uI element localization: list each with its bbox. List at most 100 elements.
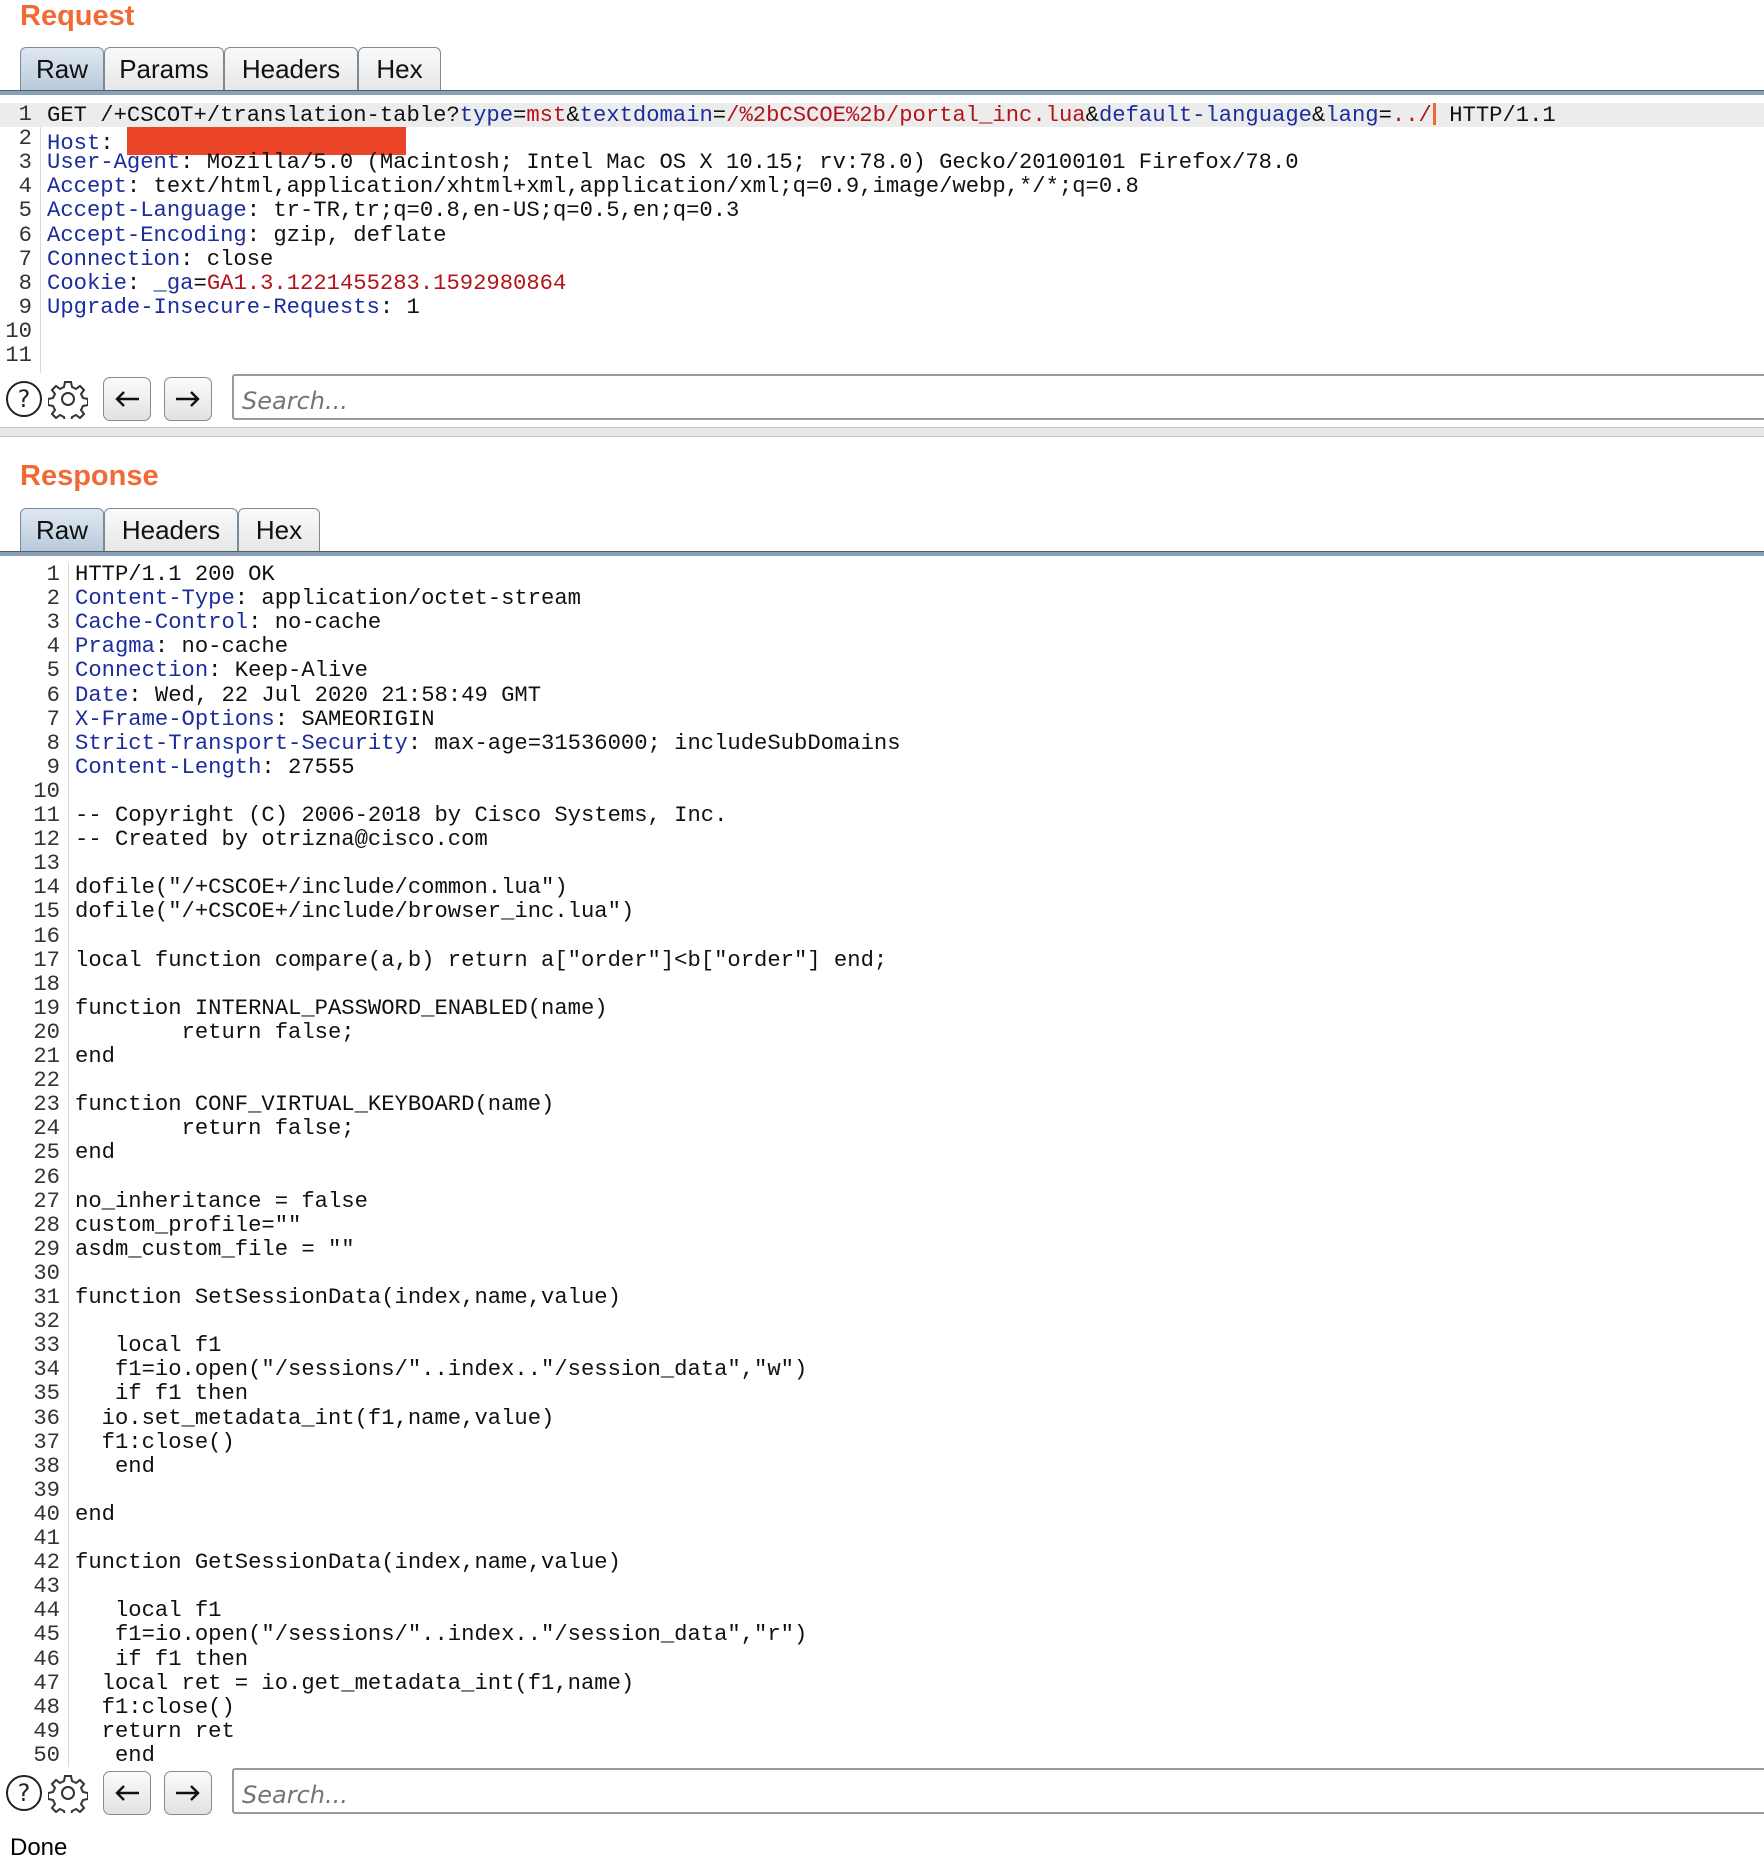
line-number: 33 — [33, 1333, 60, 1359]
code-text: f1=io.open("/sessions/"..index.."/sessio… — [75, 1358, 807, 1382]
back-button[interactable] — [103, 377, 151, 421]
forward-button[interactable] — [164, 1771, 212, 1815]
code-token: : Mozilla/5.0 (Macintosh; Intel Mac OS X… — [180, 150, 1299, 176]
response-editor[interactable]: 1 HTTP/1.1 200 OK 2 Content-Type: applicati… — [0, 563, 1764, 1767]
line-number: 28 — [33, 1212, 60, 1238]
code-token: function SetSessionData(index,name,value… — [75, 1285, 621, 1310]
code-line: 5 Connection: Keep-Alive — [0, 659, 1764, 683]
code-text: dofile("/+CSCOE+/include/common.lua") — [75, 876, 568, 900]
code-token: dofile("/+CSCOE+/include/browser_inc.lua… — [75, 899, 635, 925]
line-number: 5 — [46, 658, 60, 684]
code-token: dofile("/+CSCOE+/include/common.lua") — [75, 875, 568, 901]
line-number: 3 — [18, 150, 32, 176]
line-number: 23 — [33, 1092, 60, 1118]
forward-button[interactable] — [164, 377, 212, 421]
line-number: 21 — [33, 1044, 60, 1069]
code-key: X-Frame-Options — [75, 706, 275, 732]
code-token: return false; — [75, 1019, 355, 1045]
code-line: 10 — [0, 318, 1764, 344]
line-number: 46 — [33, 1646, 60, 1672]
code-line: 18 — [0, 971, 1764, 997]
line-number: 37 — [33, 1429, 60, 1455]
line-number: 49 — [33, 1718, 60, 1744]
code-token: : gzip, deflate — [246, 222, 447, 248]
response-title: Response — [20, 460, 159, 492]
code-token: : tr-TR,tr;q=0.8,en-US;q=0.5,en;q=0.3 — [246, 198, 740, 224]
line-number: 10 — [5, 318, 32, 344]
pane-divider[interactable] — [0, 427, 1764, 437]
line-number: 34 — [33, 1357, 60, 1383]
code-text: local function compare(a,b) return a["or… — [75, 948, 887, 973]
code-line: 50 end — [0, 1743, 1764, 1767]
code-token: = — [193, 270, 207, 296]
back-button[interactable] — [103, 1771, 151, 1815]
code-text: io.set_metadata_int(f1,name,value) — [75, 1406, 555, 1431]
line-number: 42 — [33, 1550, 60, 1576]
code-line: 6 Accept-Encoding: gzip, deflate — [0, 222, 1764, 248]
request-title: Request — [20, 0, 135, 32]
request-editor[interactable]: 1 GET /+CSCOT+/translation-table?type=mst… — [0, 103, 1764, 373]
code-text: Content-Type: application/octet-stream — [75, 587, 581, 611]
request-tab-headers[interactable]: Headers — [224, 47, 358, 91]
code-line: 4 Pragma: no-cache — [0, 635, 1764, 659]
code-token: local ret = io.get_metadata_int(f1,name) — [75, 1670, 635, 1696]
code-text: return false; — [75, 1019, 355, 1045]
code-token: : text/html,application/xhtml+xml,applic… — [126, 174, 1139, 200]
response-tab-headers[interactable]: Headers — [104, 508, 238, 552]
code-key: Content-Length — [75, 754, 262, 780]
code-key: _ga — [153, 270, 194, 296]
code-text: -- Created by otrizna@cisco.com — [75, 828, 488, 852]
gear-icon[interactable] — [48, 379, 88, 419]
response-search-input[interactable] — [232, 1768, 1764, 1814]
code-line: 9 Content-Length: 27555 — [0, 754, 1764, 780]
request-tab-params[interactable]: Params — [104, 47, 224, 91]
code-line: 2 Host: — [0, 127, 1764, 156]
line-number: 48 — [33, 1694, 60, 1720]
gear-icon[interactable] — [48, 1773, 88, 1813]
code-text: end — [75, 1141, 115, 1165]
code-token: local f1 — [75, 1333, 222, 1359]
code-line: 20 return false; — [0, 1019, 1764, 1045]
help-icon[interactable]: ? — [4, 379, 44, 419]
code-line: 44 local f1 — [0, 1599, 1764, 1623]
code-token: : Keep-Alive — [208, 658, 368, 684]
line-number: 26 — [33, 1164, 60, 1190]
line-number: 22 — [33, 1068, 60, 1094]
code-token: : max-age=31536000; includeSubDomains — [407, 730, 901, 756]
code-line: 22 — [0, 1069, 1764, 1093]
line-number: 5 — [18, 198, 32, 224]
request-search-input[interactable] — [232, 374, 1764, 420]
code-token: HTTP/1.1 200 OK — [75, 563, 275, 587]
code-token: f1=io.open("/sessions/"..index.."/sessio… — [75, 1622, 808, 1648]
request-tab-raw[interactable]: Raw — [20, 47, 104, 91]
code-token: function CONF_VIRTUAL_KEYBOARD(name) — [75, 1092, 555, 1118]
code-key: User-Agent — [47, 150, 181, 176]
code-line: 48 f1:close() — [0, 1694, 1764, 1720]
code-line: 14 dofile("/+CSCOE+/include/common.lua") — [0, 876, 1764, 900]
line-number: 18 — [33, 971, 60, 997]
line-number: 1 — [18, 103, 32, 127]
line-number: 38 — [33, 1453, 60, 1479]
code-line: 24 return false; — [0, 1117, 1764, 1141]
code-token: : Wed, 22 Jul 2020 21:58:49 GMT — [128, 682, 542, 708]
code-text: end — [75, 1454, 155, 1479]
code-text: local f1 — [75, 1333, 222, 1359]
code-text: Accept-Language: tr-TR,tr;q=0.8,en-US;q=… — [47, 199, 739, 223]
line-number: 44 — [33, 1598, 60, 1624]
request-tab-hex[interactable]: Hex — [358, 47, 441, 91]
response-tab-hex[interactable]: Hex — [238, 508, 320, 552]
code-line: 29 asdm_custom_file = "" — [0, 1237, 1764, 1262]
code-text: f1=io.open("/sessions/"..index.."/sessio… — [75, 1623, 807, 1647]
code-text: Pragma: no-cache — [75, 635, 288, 659]
line-number: 40 — [33, 1501, 60, 1527]
line-number: 25 — [33, 1140, 60, 1166]
code-line: 32 — [0, 1310, 1764, 1334]
help-icon[interactable]: ? — [4, 1773, 44, 1813]
code-token: no_inheritance = false — [75, 1188, 368, 1214]
response-tab-raw[interactable]: Raw — [20, 508, 104, 552]
code-token: end — [75, 1501, 115, 1527]
code-text: -- Copyright (C) 2006-2018 by Cisco Syst… — [75, 804, 727, 828]
response-search-toolbar: ? — [0, 1768, 1764, 1820]
line-number: 17 — [33, 947, 60, 973]
code-token: local f1 — [75, 1598, 222, 1624]
